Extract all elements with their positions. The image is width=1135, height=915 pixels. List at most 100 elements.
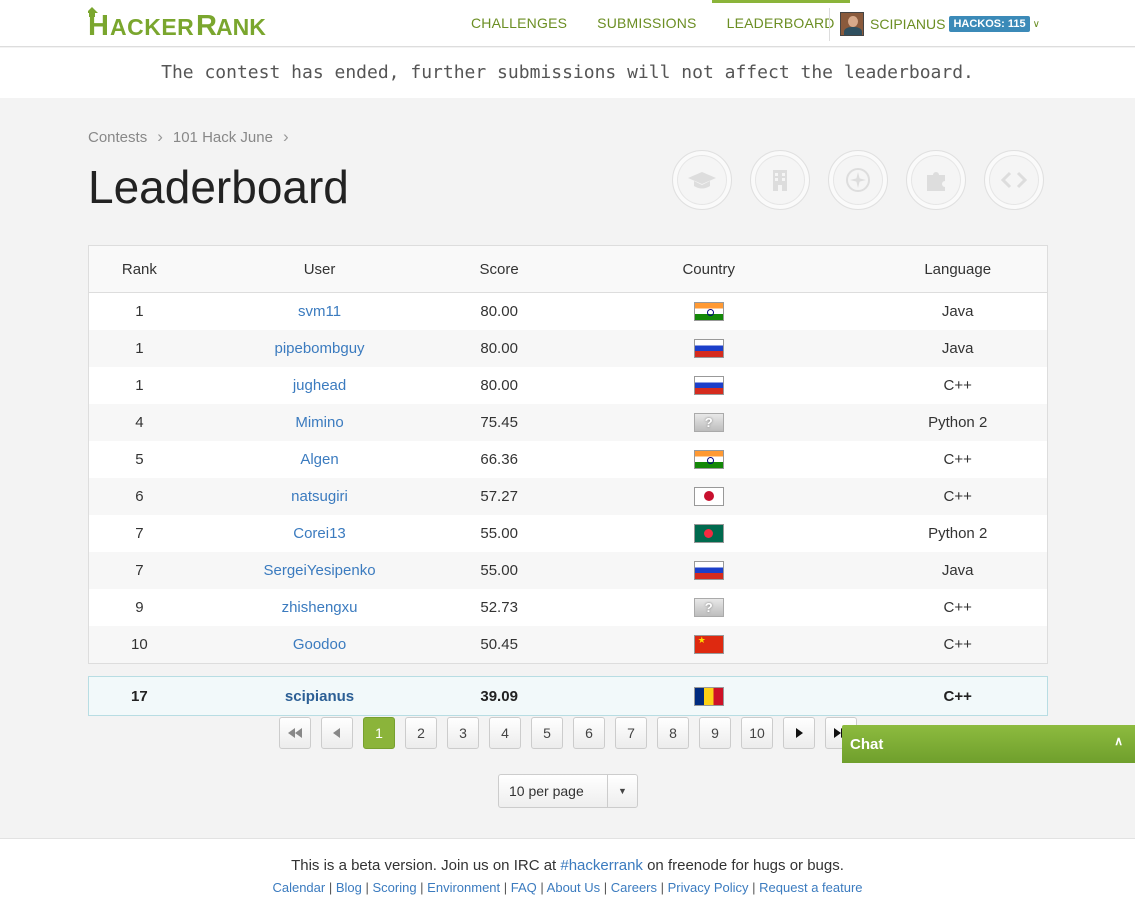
language-cell: C++ [943, 636, 972, 653]
rank-cell: 6 [135, 488, 144, 505]
first-page-button[interactable] [279, 717, 311, 749]
breadcrumb-contest[interactable]: 101 Hack June [173, 129, 273, 146]
hackerrank-logo[interactable]: H ACKER R ANK [88, 7, 288, 41]
prev-page-button[interactable] [321, 717, 353, 749]
link-separator: | [416, 880, 428, 895]
footer-text: on freenode for hugs or bugs. [642, 857, 844, 874]
svg-text:R: R [196, 10, 217, 41]
svg-text:ANK: ANK [216, 14, 266, 40]
puzzle-icon[interactable] [906, 150, 966, 210]
footer-link[interactable]: About Us [547, 880, 600, 895]
score-cell: 80.00 [480, 377, 518, 394]
footer-text: This is a beta version. Join us on IRC a… [291, 857, 561, 874]
user-link[interactable]: SergeiYesipenko [264, 562, 376, 579]
page-button-3[interactable]: 3 [447, 717, 479, 749]
flag-unknown-icon [693, 598, 724, 617]
page-title: Leaderboard [88, 161, 349, 213]
my-language: C++ [943, 687, 972, 705]
col-language: Language [924, 260, 992, 278]
footer: This is a beta version. Join us on IRC a… [0, 838, 1135, 915]
language-cell: C++ [943, 377, 972, 394]
flag-india-icon [693, 450, 724, 469]
score-cell: 50.45 [480, 636, 518, 653]
next-page-button[interactable] [783, 717, 815, 749]
page-button-4[interactable]: 4 [489, 717, 521, 749]
flag-russia-icon [693, 376, 724, 395]
my-score: 39.09 [480, 687, 518, 705]
caret-down-icon: ▼ [607, 775, 637, 807]
table-row: 9 zhishengxu 52.73 C++ [89, 589, 1047, 626]
table-row: 1 svm11 80.00 Java [89, 293, 1047, 330]
table-row: 4 Mimino 75.45 Python 2 [89, 404, 1047, 441]
col-rank: Rank [121, 260, 157, 278]
link-separator: | [748, 880, 760, 895]
page-button-7[interactable]: 7 [615, 717, 647, 749]
nav-challenges[interactable]: CHALLENGES [456, 0, 582, 47]
footer-link[interactable]: Blog [336, 880, 362, 895]
flag-russia-icon [693, 339, 724, 358]
per-page-value: 10 per page [509, 783, 584, 799]
my-user-link[interactable]: scipianus [285, 688, 354, 705]
table-row: 10 Goodoo 50.45 C++ [89, 626, 1047, 663]
right-icon [796, 728, 803, 738]
page-button-6[interactable]: 6 [573, 717, 605, 749]
chevron-down-icon: ∨ [1032, 18, 1040, 30]
compass-icon[interactable] [828, 150, 888, 210]
user-link[interactable]: jughead [293, 377, 346, 394]
user-menu[interactable]: SCIPIANUS HACKOS: 115 ∨ [840, 11, 1040, 37]
footer-link[interactable]: FAQ [511, 880, 537, 895]
language-cell: Python 2 [928, 414, 988, 431]
footer-beta-note: This is a beta version. Join us on IRC a… [0, 857, 1135, 874]
page-numbers: 1 2 3 4 5 6 7 8 9 10 [363, 717, 773, 749]
user-link[interactable]: Corei13 [293, 525, 346, 542]
col-user: User [303, 260, 336, 278]
breadcrumb-contests[interactable]: Contests [88, 129, 147, 146]
score-cell: 52.73 [480, 599, 518, 616]
rank-cell: 5 [135, 451, 144, 468]
col-country: Country [682, 260, 735, 278]
nav-submissions[interactable]: SUBMISSIONS [582, 0, 711, 47]
user-link[interactable]: pipebombguy [274, 340, 364, 357]
user-link[interactable]: zhishengxu [282, 599, 358, 616]
user-link[interactable]: Goodoo [293, 636, 346, 653]
flag-china-icon [693, 635, 724, 654]
caret-up-icon: ∧ [1114, 734, 1123, 748]
top-navbar: H ACKER R ANK CHALLENGES SUBMISSIONS LEA… [0, 0, 1135, 47]
graduation-cap-icon[interactable] [672, 150, 732, 210]
page-button-8[interactable]: 8 [657, 717, 689, 749]
user-link[interactable]: svm11 [298, 303, 341, 320]
footer-link[interactable]: Calendar [272, 880, 325, 895]
chat-label: Chat [850, 735, 884, 753]
page-button-2[interactable]: 2 [405, 717, 437, 749]
page-button-10[interactable]: 10 [741, 717, 773, 749]
code-icon[interactable] [984, 150, 1044, 210]
footer-link[interactable]: Environment [427, 880, 500, 895]
table-row: 5 Algen 66.36 C++ [89, 441, 1047, 478]
footer-link[interactable]: Careers [611, 880, 657, 895]
per-page-select[interactable]: 10 per page ▼ [498, 774, 638, 808]
page-button-1[interactable]: 1 [363, 717, 395, 749]
language-cell: Java [941, 303, 974, 320]
rank-cell: 7 [135, 562, 144, 579]
page-button-9[interactable]: 9 [699, 717, 731, 749]
user-link[interactable]: Algen [300, 451, 338, 468]
flag-russia-icon [693, 561, 724, 580]
page-button-5[interactable]: 5 [531, 717, 563, 749]
rank-cell: 1 [135, 303, 144, 320]
user-link[interactable]: natsugiri [291, 488, 348, 505]
rank-cell: 1 [135, 377, 144, 394]
user-link[interactable]: Mimino [295, 414, 343, 431]
chat-widget[interactable]: Chat ∧ [842, 725, 1135, 763]
pagination: 1 2 3 4 5 6 7 8 9 10 [279, 717, 857, 749]
rank-cell: 10 [131, 636, 148, 653]
chevron-right-icon: › [157, 127, 163, 146]
footer-link[interactable]: Request a feature [759, 880, 862, 895]
double-left-icon [288, 728, 302, 738]
footer-link[interactable]: Privacy Policy [668, 880, 749, 895]
flag-unknown-icon [693, 413, 724, 432]
footer-link[interactable]: Scoring [372, 880, 416, 895]
building-icon[interactable] [750, 150, 810, 210]
my-rank-row: 17 scipianus 39.09 C++ [88, 676, 1048, 716]
leaderboard-table: Rank User Score Country Language 1 svm11 8… [88, 245, 1048, 664]
irc-link[interactable]: #hackerrank [560, 857, 643, 874]
